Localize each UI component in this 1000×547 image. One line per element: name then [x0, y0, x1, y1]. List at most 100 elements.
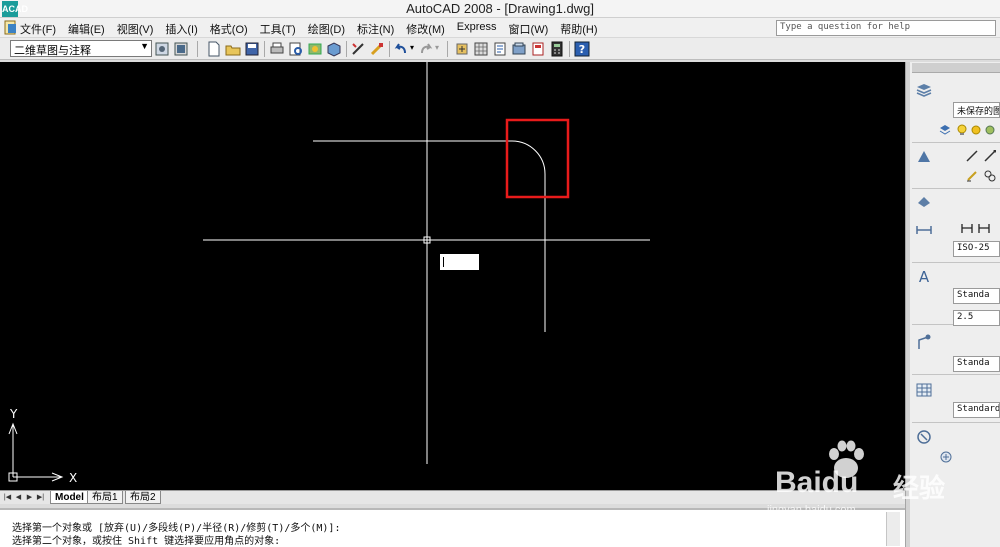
table-icon[interactable]: [916, 382, 932, 398]
modify-icon[interactable]: [916, 193, 932, 209]
menu-modify[interactable]: 修改(M): [406, 21, 445, 37]
properties-icon[interactable]: [492, 41, 508, 57]
pan-icon[interactable]: [454, 41, 470, 57]
mleader-style-dropdown[interactable]: Standa: [953, 356, 1000, 372]
toolbar-separator: [569, 41, 570, 57]
palette-divider: [912, 422, 1000, 423]
circle-tool-icon[interactable]: [984, 170, 996, 182]
help-search-input[interactable]: Type a question for help: [776, 20, 996, 36]
palette-divider: [912, 374, 1000, 375]
palette-header[interactable]: [912, 63, 1000, 73]
command-scrollbar[interactable]: [886, 512, 900, 546]
next-tab-icon[interactable]: ▶: [25, 493, 34, 503]
menu-dimension[interactable]: 标注(N): [357, 21, 394, 37]
redo-dropdown-chevron-icon[interactable]: ▾: [435, 43, 439, 52]
publish-icon[interactable]: [307, 41, 323, 57]
drawing-svg[interactable]: Y X: [0, 62, 905, 490]
menu-help[interactable]: 帮助(H): [560, 21, 597, 37]
polyline-tool-icon[interactable]: [984, 150, 996, 162]
toolbar-separator: [389, 41, 390, 57]
layer-on-bulb-icon[interactable]: [956, 124, 968, 136]
palette-title-strip[interactable]: [906, 62, 910, 547]
linear-dimension-icon[interactable]: [961, 222, 973, 234]
toolbar-separator: [264, 41, 265, 57]
redo-icon[interactable]: [418, 41, 434, 57]
calculator-icon[interactable]: [549, 41, 565, 57]
open-icon[interactable]: [225, 41, 241, 57]
prev-tab-icon[interactable]: ◀: [14, 493, 23, 503]
text-height-field[interactable]: 2.5: [953, 310, 1000, 326]
palette-divider: [912, 188, 1000, 189]
palette-divider: [912, 262, 1000, 263]
workspace-value: 二维草图与注释: [14, 45, 91, 57]
copy-icon[interactable]: [369, 41, 385, 57]
tool-palettes-icon[interactable]: [530, 41, 546, 57]
layer-state-icon[interactable]: [939, 124, 951, 136]
palette-divider: [912, 142, 1000, 143]
svg-text:A: A: [919, 268, 930, 284]
ucs-y-label: Y: [9, 407, 18, 421]
dim-style-dropdown[interactable]: ISO-25: [953, 241, 1000, 257]
last-tab-icon[interactable]: ▶|: [36, 493, 45, 503]
layer-lock-icon[interactable]: [984, 124, 996, 136]
plot-icon[interactable]: [269, 41, 285, 57]
plot-preview-icon[interactable]: [288, 41, 304, 57]
menu-items: 文件(F) 编辑(E) 视图(V) 插入(I) 格式(O) 工具(T) 绘图(D…: [20, 21, 610, 37]
document-menu-icon[interactable]: [4, 20, 18, 35]
dynamic-input-box[interactable]: [440, 254, 479, 270]
line-tool-icon[interactable]: [966, 150, 978, 162]
menu-draw[interactable]: 绘图(D): [308, 21, 345, 37]
layer-freeze-sun-icon[interactable]: [970, 124, 982, 136]
tab-layout1[interactable]: 布局1: [87, 491, 123, 504]
layer-dropdown[interactable]: 未保存的图: [953, 102, 1000, 118]
menu-window[interactable]: 窗口(W): [509, 21, 549, 37]
fillet-highlight-box: [505, 118, 570, 199]
toolbar-separator: [447, 41, 448, 57]
undo-icon[interactable]: [393, 41, 409, 57]
toolbar-separator: [346, 41, 347, 57]
command-history-line-2: 选择第二个对象，或按住 Shift 键选择要应用角点的对象:: [12, 536, 281, 547]
save-icon[interactable]: [244, 41, 260, 57]
new-icon[interactable]: [206, 41, 222, 57]
workspace-settings-icon[interactable]: [154, 41, 170, 57]
menu-tools[interactable]: 工具(T): [260, 21, 296, 37]
layout-tab-bar: |◀ ◀ ▶ ▶| Model 布局1 布局2: [0, 490, 905, 504]
design-center-icon[interactable]: [511, 41, 527, 57]
drawing-canvas[interactable]: Y X: [0, 62, 905, 490]
dashboard-palette: A: [905, 62, 1000, 547]
workspace-dropdown[interactable]: 二维草图与注释 ▼: [10, 40, 152, 57]
navigate-icon[interactable]: [916, 429, 932, 445]
2d-draw-icon[interactable]: [916, 148, 932, 164]
hatch-tool-icon[interactable]: [966, 170, 978, 182]
table-style-dropdown[interactable]: Standard: [953, 402, 1000, 418]
window-title: AutoCAD 2008 - [Drawing1.dwg]: [406, 1, 594, 16]
menu-file[interactable]: 文件(F): [20, 21, 56, 37]
undo-dropdown-chevron-icon[interactable]: ▾: [410, 43, 414, 52]
text-icon[interactable]: A: [916, 268, 932, 284]
zoom-icon[interactable]: [473, 41, 489, 57]
menu-edit[interactable]: 编辑(E): [68, 21, 105, 37]
workspace-icon[interactable]: [173, 41, 189, 57]
layers-icon[interactable]: [916, 82, 932, 98]
tab-model[interactable]: Model: [50, 491, 89, 504]
menu-express[interactable]: Express: [457, 21, 497, 37]
tab-layout2[interactable]: 布局2: [125, 491, 161, 504]
input-caret: [443, 257, 444, 267]
help-icon[interactable]: ?: [574, 41, 590, 57]
dimension-icon[interactable]: [916, 222, 932, 238]
cut-icon[interactable]: [350, 41, 366, 57]
aligned-dimension-icon[interactable]: [978, 222, 990, 234]
text-style-dropdown[interactable]: Standa: [953, 288, 1000, 304]
3d-dwf-icon[interactable]: [326, 41, 342, 57]
title-bar: ACAD AutoCAD 2008 - [Drawing1.dwg]: [0, 0, 1000, 18]
menu-insert[interactable]: 插入(I): [165, 21, 197, 37]
pan-realtime-icon[interactable]: [940, 451, 952, 463]
first-tab-icon[interactable]: |◀: [3, 493, 12, 503]
svg-text:?: ?: [579, 43, 585, 56]
menu-view[interactable]: 视图(V): [117, 21, 154, 37]
standard-toolbar: 二维草图与注释 ▼ ▾ ▾ ?: [0, 38, 1000, 60]
baidu-url-text: jingyan.baidu.com: [767, 504, 856, 516]
multileader-icon[interactable]: [916, 334, 932, 350]
menu-format[interactable]: 格式(O): [210, 21, 248, 37]
ucs-x-label: X: [69, 471, 77, 485]
